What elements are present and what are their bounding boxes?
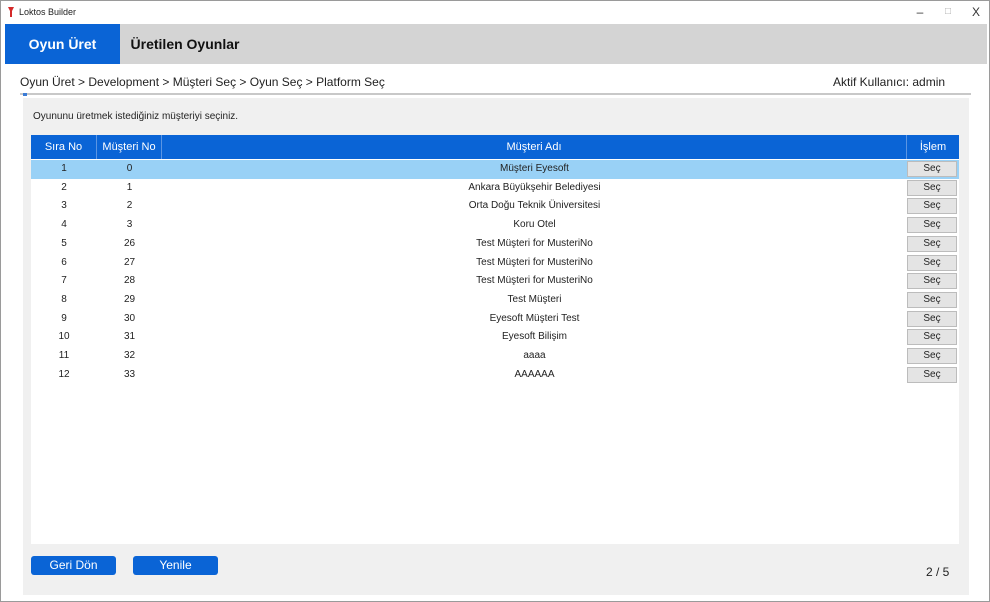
cell-musteri-no: 30 (123, 312, 136, 324)
cell-sira-no: 9 (61, 312, 67, 324)
select-customer-button[interactable]: Seç (907, 348, 957, 364)
cell-sira-no: 3 (61, 200, 67, 212)
cell-musteri-adi: Koru Otel (513, 219, 556, 231)
instruction-text: Oyununu üretmek istediğiniz müşteriyi se… (33, 111, 239, 122)
cell-sira-no: 2 (61, 181, 67, 193)
app-window: Loktos Builder – □ X Oyun Üret Üretilen … (0, 0, 990, 602)
cell-musteri-no: 2 (126, 200, 133, 212)
cell-musteri-adi: Eyesoft Bilişim (501, 331, 567, 343)
cell-musteri-adi: Ankara Büyükşehir Belediyesi (468, 181, 601, 193)
page-indicator: 2 / 5 (926, 565, 950, 579)
cell-musteri-no: 31 (123, 331, 136, 343)
cell-musteri-adi: aaaa (523, 350, 546, 361)
cell-musteri-no: 0 (126, 163, 133, 174)
active-user-label: Aktif Kullanıcı: admin (833, 75, 946, 89)
cell-musteri-no: 32 (123, 350, 136, 361)
breadcrumb: Oyun Üret > Development > Müşteri Seç > … (20, 75, 385, 89)
maximize-button[interactable]: □ (933, 3, 963, 21)
cell-sira-no: 5 (61, 237, 67, 249)
col-header-musteri-adi: Müşteri Adı (162, 135, 907, 159)
col-header-musteri-no: Müşteri No (97, 135, 162, 159)
table-row[interactable]: 8 29 Test Müşteri Seç (31, 291, 959, 310)
select-customer-button[interactable]: Seç (907, 329, 957, 346)
table-row[interactable]: 3 2 Orta Doğu Teknik Üniversitesi Seç (31, 197, 959, 216)
select-customer-button[interactable]: Seç (907, 179, 957, 196)
cell-sira-no: 12 (58, 368, 70, 380)
select-customer-button[interactable]: Seç (907, 161, 957, 177)
cell-musteri-no: 3 (126, 219, 133, 231)
cell-musteri-no: 28 (123, 275, 136, 287)
main-tab-bar: Oyun Üret Üretilen Oyunlar (5, 24, 987, 64)
customer-table: Sıra No Müşteri No Müşteri Adı İşlem 10M… (31, 135, 959, 544)
cell-sira-no: 6 (61, 256, 67, 268)
table-row[interactable]: 5 26 Test Müşteri for MusteriNo Seç (31, 235, 959, 254)
title-bar: Loktos Builder – □ X (1, 1, 989, 24)
cell-sira-no: 10 (58, 331, 70, 343)
cell-musteri-no: 33 (123, 368, 136, 380)
select-customer-button[interactable]: Seç (907, 366, 957, 383)
select-customer-button[interactable]: Seç (907, 235, 957, 252)
cell-musteri-no: 29 (123, 293, 136, 305)
table-row[interactable]: 4 3 Koru Otel Seç (31, 216, 959, 235)
cell-musteri-no: 26 (123, 237, 136, 249)
cell-sira-no: 1 (61, 163, 67, 174)
header-divider (20, 93, 971, 95)
table-row[interactable]: 1 0 Müşteri Eyesoft Seç (31, 160, 959, 179)
cell-musteri-adi: AAAAAA (514, 368, 555, 380)
window-title: Loktos Builder (19, 7, 77, 17)
progress-marker (23, 93, 27, 96)
table-row[interactable]: 11 32 aaaa Seç (31, 347, 959, 366)
cell-sira-no: 7 (61, 275, 67, 287)
col-header-islem: İşlem (919, 141, 947, 153)
table-row[interactable]: 12 33 AAAAAA Seç (31, 366, 959, 385)
cell-musteri-adi: Orta Doğu Teknik Üniversitesi (468, 200, 601, 212)
back-button[interactable]: Geri Dön (31, 556, 116, 575)
select-customer-button[interactable]: Seç (907, 310, 957, 327)
tab-oyun-uret[interactable]: Oyun Üret (5, 24, 120, 64)
col-header-sira-no: Sıra No (31, 135, 97, 159)
close-button[interactable]: X (961, 3, 990, 21)
tab-uretilen-oyunlar[interactable]: Üretilen Oyunlar (120, 24, 250, 64)
select-customer-button[interactable]: Seç (907, 273, 957, 290)
table-row[interactable]: 2 1 Ankara Büyükşehir Belediyesi Seç (31, 179, 959, 198)
cell-musteri-adi: Test Müşteri (507, 293, 562, 305)
select-customer-button[interactable]: Seç (907, 254, 957, 271)
minimize-button[interactable]: – (905, 3, 935, 21)
cell-sira-no: 4 (61, 219, 67, 231)
cell-musteri-adi: Eyesoft Müşteri Test (489, 312, 580, 324)
cell-musteri-adi: Müşteri Eyesoft (500, 163, 569, 174)
table-header: Sıra No Müşteri No Müşteri Adı İşlem (31, 135, 959, 159)
cell-musteri-no: 1 (126, 181, 133, 193)
cell-musteri-adi: Test Müşteri for MusteriNo (476, 256, 593, 268)
refresh-button[interactable]: Yenile (133, 556, 218, 575)
select-customer-button[interactable]: Seç (907, 217, 957, 234)
cell-sira-no: 8 (61, 293, 67, 305)
table-row[interactable]: 6 27 Test Müşteri for MusteriNo Seç (31, 254, 959, 273)
table-row[interactable]: 9 30 Eyesoft Müşteri Test Seç (31, 310, 959, 329)
table-row[interactable]: 10 31 Eyesoft Bilişim Seç (31, 328, 959, 347)
cell-musteri-adi: Test Müşteri for MusteriNo (476, 237, 593, 249)
cell-sira-no: 11 (58, 350, 70, 361)
cell-musteri-no: 27 (123, 256, 136, 268)
select-customer-button[interactable]: Seç (907, 198, 957, 215)
table-row[interactable]: 7 28 Test Müşteri for MusteriNo Seç (31, 272, 959, 291)
app-logo-icon (8, 7, 14, 17)
select-customer-button[interactable]: Seç (907, 291, 957, 308)
cell-musteri-adi: Test Müşteri for MusteriNo (476, 275, 593, 287)
